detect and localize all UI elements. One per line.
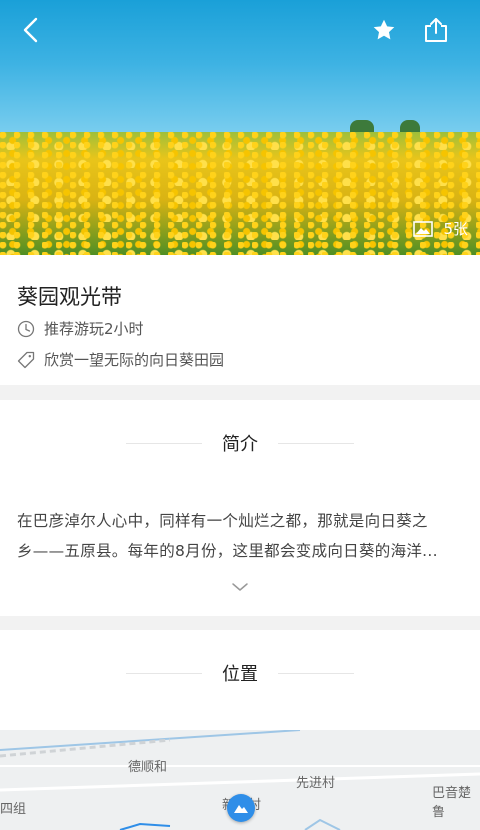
duration-text: 推荐游玩2小时 bbox=[44, 320, 144, 338]
location-card: 位置 bbox=[0, 630, 480, 730]
page-title: 葵园观光带 bbox=[17, 285, 122, 309]
hero-image[interactable]: 5张 bbox=[0, 0, 480, 255]
tagline-row: 欣赏一望无际的向日葵田园 bbox=[17, 349, 224, 370]
duration-row: 推荐游玩2小时 bbox=[17, 318, 144, 339]
intro-heading: 简介 bbox=[0, 430, 480, 456]
tagline-text: 欣赏一望无际的向日葵田园 bbox=[44, 351, 225, 369]
hero-field bbox=[0, 132, 480, 255]
map-pin[interactable] bbox=[227, 794, 255, 822]
divider bbox=[126, 672, 202, 674]
map-label: 四组 bbox=[0, 802, 27, 817]
intro-heading-text: 简介 bbox=[222, 434, 258, 455]
favorite-button[interactable] bbox=[366, 12, 402, 48]
image-icon bbox=[413, 220, 434, 237]
photo-count[interactable]: 5张 bbox=[413, 218, 468, 239]
intro-text[interactable]: 在巴彦淖尔人心中，同样有一个灿烂之都，那就是向日葵之 乡——五原县。每年的8月份… bbox=[17, 506, 463, 566]
divider bbox=[278, 672, 354, 674]
share-button[interactable] bbox=[418, 12, 454, 48]
info-card: 葵园观光带 推荐游玩2小时 欣赏一望无际的向日葵田园 bbox=[0, 255, 480, 385]
intro-line: 在巴彦淖尔人心中，同样有一个灿烂之都，那就是向日葵之 bbox=[17, 512, 428, 530]
back-arrow-icon bbox=[23, 17, 38, 43]
map-label: 先进村 bbox=[296, 776, 336, 791]
intro-line: 乡——五原县。每年的8月份，这里都会变成向日葵的海洋... bbox=[17, 542, 438, 560]
top-bar bbox=[0, 0, 480, 60]
location-heading: 位置 bbox=[0, 660, 480, 686]
tag-icon bbox=[17, 351, 35, 369]
chevron-down-icon bbox=[232, 583, 248, 591]
map-label: 德顺和 bbox=[128, 760, 168, 775]
expand-intro-button[interactable] bbox=[228, 578, 252, 596]
photo-count-label: 5张 bbox=[443, 220, 468, 238]
location-map[interactable]: 德顺和 先进村 巴音楚鲁 四组 新丰村 bbox=[0, 730, 480, 830]
clock-icon bbox=[17, 320, 35, 338]
divider bbox=[126, 442, 202, 444]
location-pin-icon bbox=[234, 805, 248, 813]
location-heading-text: 位置 bbox=[222, 664, 258, 685]
back-button[interactable] bbox=[12, 12, 48, 48]
map-label: 巴音楚鲁 bbox=[432, 786, 472, 820]
share-icon bbox=[425, 18, 447, 42]
divider bbox=[278, 442, 354, 444]
star-icon bbox=[373, 19, 395, 40]
